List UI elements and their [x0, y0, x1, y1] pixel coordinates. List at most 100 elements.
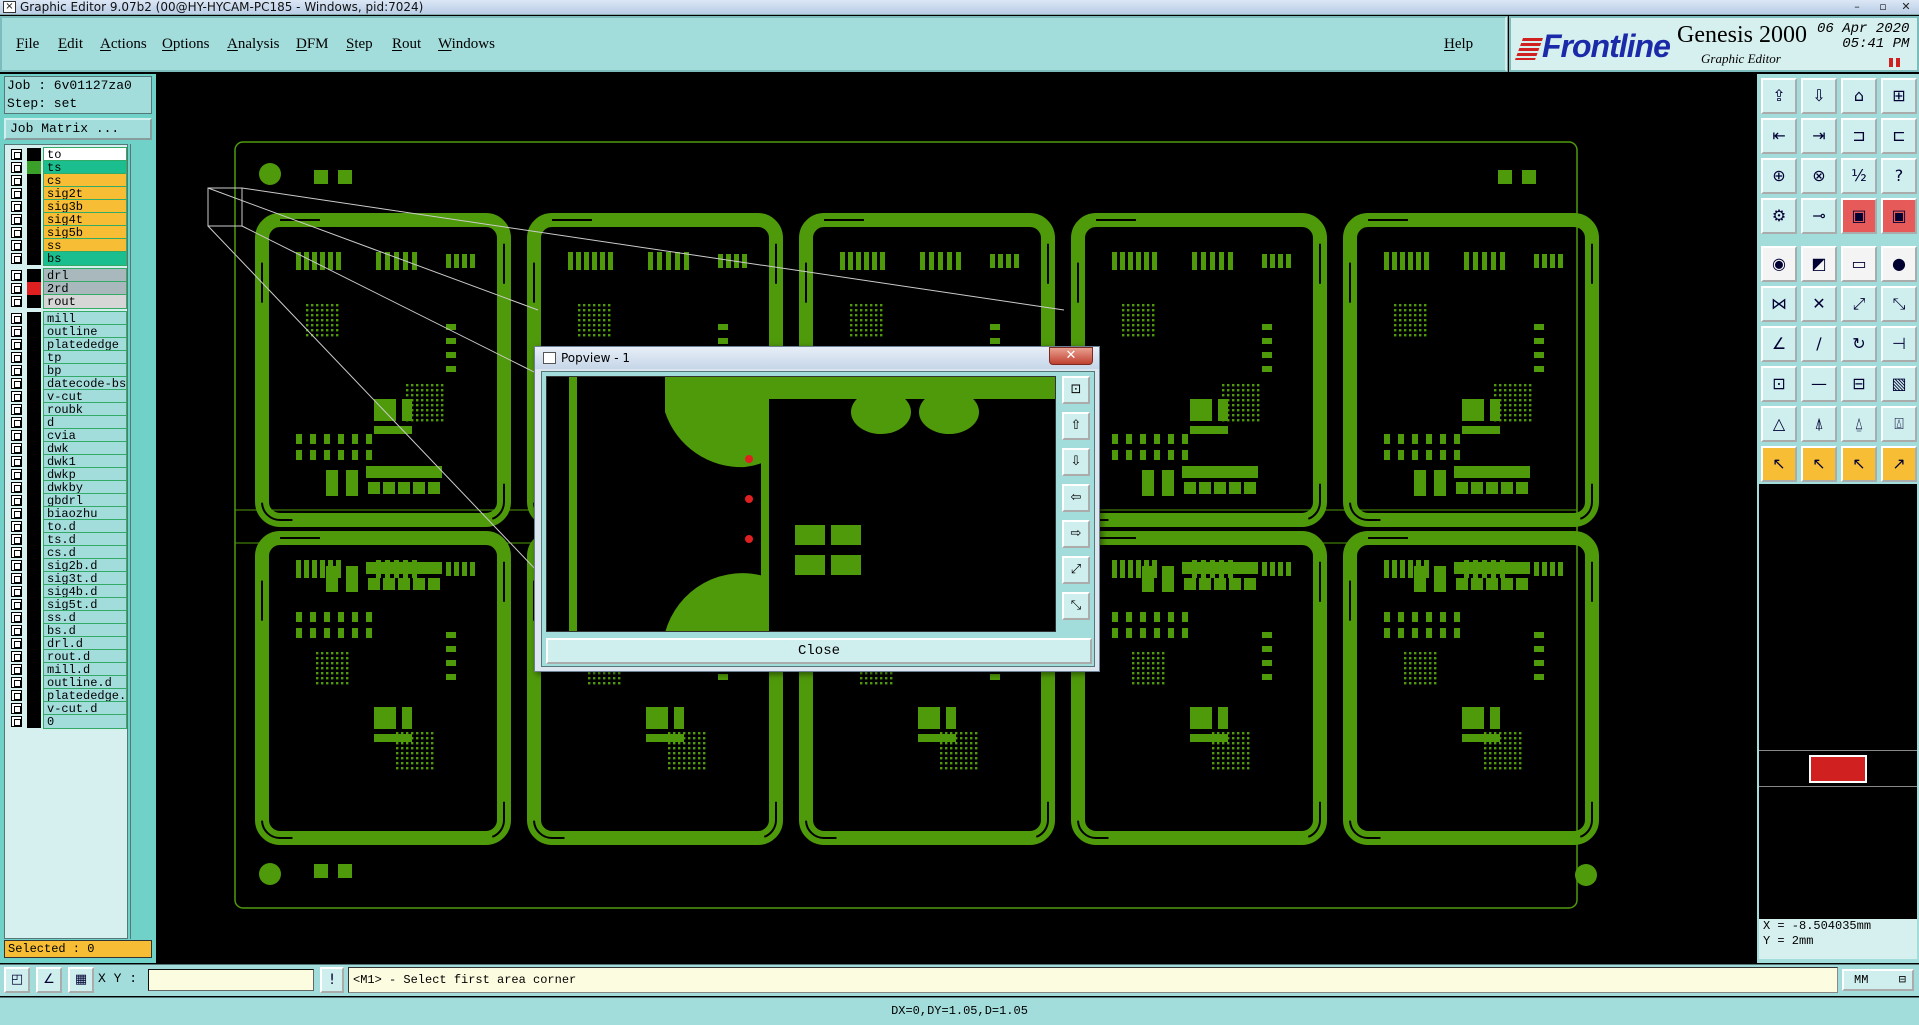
zoom-out-icon[interactable]: ⤡: [1062, 592, 1090, 620]
layer-checkbox[interactable]: [11, 508, 22, 519]
minimize-button[interactable]: –: [1844, 0, 1870, 14]
triangle-icon[interactable]: △: [1761, 406, 1797, 442]
layer-checkbox[interactable]: [11, 188, 22, 199]
layer-checkbox[interactable]: [11, 495, 22, 506]
circle-icon[interactable]: ●: [1881, 246, 1917, 282]
popview-close-button[interactable]: Close: [546, 638, 1092, 664]
snap-icon[interactable]: ⊸: [1801, 198, 1837, 234]
xy-input[interactable]: [148, 969, 314, 991]
layer-checkbox[interactable]: [11, 378, 22, 389]
layer-color-swatch[interactable]: [27, 252, 41, 265]
warning-icon[interactable]: !: [320, 967, 344, 993]
pointer-icon-3[interactable]: ↖: [1841, 446, 1877, 482]
popview-title-bar[interactable]: Popview - 1: [535, 347, 1099, 369]
layer-checkbox[interactable]: [11, 469, 22, 480]
menu-rout[interactable]: Rout: [392, 36, 421, 53]
grid-icon[interactable]: ▦: [68, 967, 94, 993]
menu-windows[interactable]: Windows: [438, 36, 495, 53]
popview-close-icon[interactable]: ✕: [1049, 347, 1093, 365]
pointer-icon-4[interactable]: ↗: [1881, 446, 1917, 482]
layer-name[interactable]: rout: [43, 294, 127, 309]
menu-analysis[interactable]: Analysis: [227, 36, 280, 53]
overview-area[interactable]: [1759, 484, 1917, 959]
surface-icon[interactable]: ◩: [1801, 246, 1837, 282]
layer-checkbox[interactable]: [11, 365, 22, 376]
layer-name[interactable]: bs: [43, 251, 127, 266]
zoom-in-icon[interactable]: ⤢: [1062, 556, 1090, 584]
mirror-icon[interactable]: ⊐: [1841, 118, 1877, 154]
layer-checkbox[interactable]: [11, 456, 22, 467]
menu-help[interactable]: Help: [1444, 36, 1473, 53]
connect-icon[interactable]: ⋈: [1761, 286, 1797, 322]
layer-color-swatch[interactable]: [27, 295, 41, 308]
line-icon-2[interactable]: ⤡: [1881, 286, 1917, 322]
layer-checkbox[interactable]: [11, 573, 22, 584]
pan-up-icon[interactable]: ⇧: [1062, 412, 1090, 440]
align-icon[interactable]: ⊣: [1881, 326, 1917, 362]
layer-checkbox[interactable]: [11, 417, 22, 428]
layer-checkbox[interactable]: [11, 227, 22, 238]
box-icon[interactable]: ⊟: [1841, 366, 1877, 402]
job-matrix-button[interactable]: Job Matrix ...: [4, 118, 152, 140]
menu-actions[interactable]: Actions: [100, 36, 147, 53]
home-icon[interactable]: ⌂: [1841, 78, 1877, 114]
angle-icon[interactable]: ∠: [1761, 326, 1797, 362]
layer-checkbox[interactable]: [11, 599, 22, 610]
overview-thumbnail[interactable]: [1809, 755, 1867, 783]
layer-checkbox[interactable]: [11, 253, 22, 264]
layer-checkbox[interactable]: [11, 677, 22, 688]
pattern-icon[interactable]: ▧: [1881, 366, 1917, 402]
center-icon[interactable]: ⊕: [1761, 158, 1797, 194]
line-icon[interactable]: ⤢: [1841, 286, 1877, 322]
unit-selector[interactable]: MM ⊟: [1842, 969, 1914, 991]
move-right-icon[interactable]: ⇥: [1801, 118, 1837, 154]
triangle-icon-2[interactable]: ⍋: [1801, 406, 1837, 442]
dash-icon[interactable]: —: [1801, 366, 1837, 402]
move-left-icon[interactable]: ⇤: [1761, 118, 1797, 154]
menu-step[interactable]: Step: [346, 36, 373, 53]
pointer-icon-2[interactable]: ↖: [1801, 446, 1837, 482]
layer-checkbox[interactable]: [11, 162, 22, 173]
scale-icon[interactable]: ½: [1841, 158, 1877, 194]
popview-canvas[interactable]: [546, 376, 1056, 632]
angle-icon[interactable]: ∠: [36, 967, 62, 993]
menu-dfm[interactable]: DFM: [296, 36, 329, 53]
layer-checkbox[interactable]: [11, 482, 22, 493]
layer-checkbox[interactable]: [11, 664, 22, 675]
menu-options[interactable]: Options: [162, 36, 210, 53]
layer-checkbox[interactable]: [11, 175, 22, 186]
layer-checkbox[interactable]: [11, 586, 22, 597]
fit-icon[interactable]: ⊗: [1801, 158, 1837, 194]
pad-icon[interactable]: ◉: [1761, 246, 1797, 282]
open-step-icon[interactable]: ⇪: [1761, 78, 1797, 114]
layer-scrollbar[interactable]: [130, 144, 152, 939]
layer-checkbox[interactable]: [11, 283, 22, 294]
layer-checkbox[interactable]: [11, 547, 22, 558]
layers-icon[interactable]: ⊞: [1881, 78, 1917, 114]
layer-checkbox[interactable]: [11, 149, 22, 160]
layer-checkbox[interactable]: [11, 612, 22, 623]
snap-icon[interactable]: ◰: [4, 967, 30, 993]
layer-checkbox[interactable]: [11, 339, 22, 350]
layer-checkbox[interactable]: [11, 270, 22, 281]
triangle-icon-4[interactable]: ⍍: [1881, 406, 1917, 442]
frame-icon[interactable]: ⊡: [1761, 366, 1797, 402]
settings-icon[interactable]: ⚙: [1761, 198, 1797, 234]
layer-row[interactable]: bs: [5, 251, 129, 266]
layer-checkbox[interactable]: [11, 638, 22, 649]
layer-row[interactable]: rout: [5, 294, 129, 309]
layer-checkbox[interactable]: [11, 240, 22, 251]
layer-checkbox[interactable]: [11, 716, 22, 727]
layer-checkbox[interactable]: [11, 313, 22, 324]
save-step-icon[interactable]: ⇩: [1801, 78, 1837, 114]
pan-down-icon[interactable]: ⇩: [1062, 448, 1090, 476]
layer-row[interactable]: 0: [5, 714, 129, 729]
layer-checkbox[interactable]: [11, 560, 22, 571]
layer-checkbox[interactable]: [11, 521, 22, 532]
layer-color-swatch[interactable]: [27, 715, 41, 728]
layer-checkbox[interactable]: [11, 625, 22, 636]
red-tool-icon[interactable]: ▣: [1841, 198, 1877, 234]
layer-checkbox[interactable]: [11, 296, 22, 307]
help-icon[interactable]: ?: [1881, 158, 1917, 194]
layer-checkbox[interactable]: [11, 391, 22, 402]
